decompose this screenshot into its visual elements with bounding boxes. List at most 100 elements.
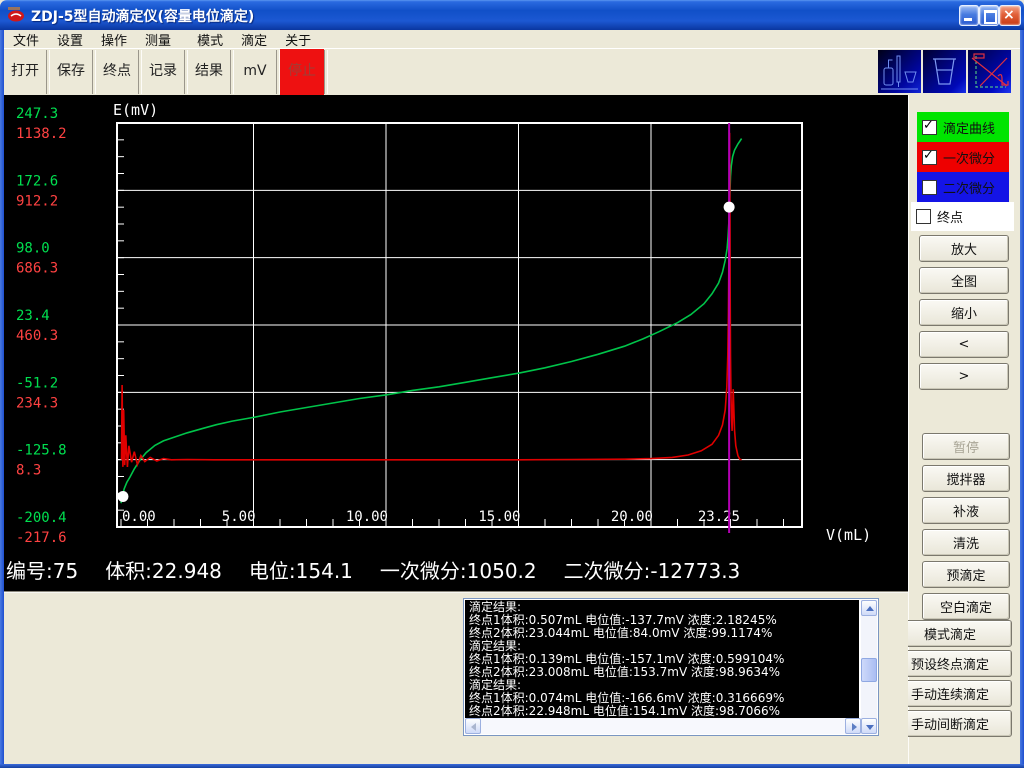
maximize-icon: [984, 10, 997, 24]
svg-text:912.2: 912.2: [16, 193, 58, 209]
status-field-1: 体积:22.948: [105, 559, 222, 583]
menu-bar: 文件设置操作测量模式滴定关于: [4, 30, 1020, 49]
svg-text:20.00: 20.00: [611, 509, 653, 525]
legend-row-1: 一次微分: [917, 142, 1009, 172]
view-button-1[interactable]: 全图: [919, 267, 1009, 294]
legend-label-1: 一次微分: [943, 148, 995, 167]
legend-checkbox-0[interactable]: [922, 120, 937, 135]
scroll-up-button[interactable]: [861, 600, 877, 616]
horizontal-scrollbar[interactable]: [465, 718, 861, 734]
legend-checkbox-2[interactable]: [922, 180, 937, 195]
view-button-4[interactable]: >: [919, 363, 1009, 390]
svg-text:10.00: 10.00: [346, 509, 388, 525]
svg-text:1138.2: 1138.2: [16, 126, 67, 142]
svg-text:460.3: 460.3: [16, 328, 58, 344]
close-icon: [1003, 7, 1015, 23]
status-bar: 编号:75 体积:22.948 电位:154.1 一次微分:1050.2 二次微分:-1…: [6, 555, 767, 584]
endpoint-marker-2: [724, 202, 735, 213]
results-line-2: 终点2体积:23.044mL 电位值:84.0mV 浓度:99.1174%: [469, 627, 859, 640]
toolbar-buttons: 打开保存终点记录结果mV停止: [4, 49, 328, 95]
action-buttons: 暂停搅拌器补液清洗预滴定空白滴定: [922, 433, 1010, 625]
svg-text:5.00: 5.00: [222, 509, 256, 525]
svg-text:234.3: 234.3: [16, 395, 58, 411]
arrow-left-icon: [471, 723, 476, 731]
app-logo-icon: [7, 7, 27, 23]
svg-text:8.3: 8.3: [16, 463, 41, 479]
svg-text:23.4: 23.4: [16, 308, 50, 324]
svg-text:-217.6: -217.6: [16, 530, 67, 546]
legend-label-3: 终点: [937, 207, 963, 226]
app-window: ZDJ-5型自动滴定仪(容量电位滴定) 文件设置操作测量模式滴定关于 打开保存终…: [0, 0, 1024, 768]
view-button-3[interactable]: <: [919, 331, 1009, 358]
status-field-3: 一次微分:1050.2: [380, 559, 537, 583]
action-button-2[interactable]: 补液: [922, 497, 1010, 524]
legend-row-0: 滴定曲线: [917, 112, 1009, 142]
scroll-right-button[interactable]: [845, 718, 861, 734]
control-panel: 滴定曲线一次微分二次微分终点 放大全图缩小 < > 暂停搅拌器补液清洗预滴定空白滴定…: [908, 95, 1021, 764]
svg-text:-51.2: -51.2: [16, 375, 58, 391]
toolbar-button-0[interactable]: 打开: [4, 49, 46, 95]
action-button-0: 暂停: [922, 433, 1010, 460]
svg-text:98.0: 98.0: [16, 241, 50, 257]
view-buttons: 放大全图缩小 < >: [919, 235, 1009, 395]
status-field-4: 二次微分:-12773.3: [564, 559, 741, 583]
status-field-0: 编号:75: [6, 559, 78, 583]
view-button-0[interactable]: 放大: [919, 235, 1009, 262]
scroll-down-button[interactable]: [861, 718, 877, 734]
action-button-3[interactable]: 清洗: [922, 529, 1010, 556]
results-line-5: 终点2体积:23.008mL 电位值:153.7mV 浓度:98.9634%: [469, 666, 859, 679]
legend-row-2: 二次微分: [917, 172, 1009, 202]
svg-text:247.3: 247.3: [16, 106, 58, 122]
beaker-icon: [923, 50, 966, 93]
svg-text:-200.4: -200.4: [16, 510, 67, 526]
svg-text:E(mV): E(mV): [113, 101, 158, 119]
titration-chart: 247.31138.2172.6912.298.0686.323.4460.3-…: [0, 95, 908, 592]
endpoint-marker-1: [117, 491, 128, 502]
minimize-icon: [964, 18, 972, 21]
legend-label-0: 滴定曲线: [943, 118, 995, 137]
svg-text:0.00: 0.00: [122, 509, 156, 525]
bottom-panel: 滴定结果:终点1体积:0.507mL 电位值:-137.7mV 浓度:2.182…: [0, 592, 908, 765]
legend-checkbox-3[interactable]: [916, 209, 931, 224]
results-line-8: 终点2体积:22.948mL 电位值:154.1mV 浓度:98.7066%: [469, 705, 859, 718]
svg-text:686.3: 686.3: [16, 261, 58, 277]
chart-panel: 247.31138.2172.6912.298.0686.323.4460.3-…: [0, 95, 908, 592]
legend-checkbox-1[interactable]: [922, 150, 937, 165]
svg-text:V(mL): V(mL): [826, 526, 871, 544]
svg-text:23.25: 23.25: [698, 509, 740, 525]
results-text: 滴定结果:终点1体积:0.507mL 电位值:-137.7mV 浓度:2.182…: [465, 600, 859, 718]
toolbar-button-4[interactable]: 结果: [188, 49, 230, 95]
toolbar: 打开保存终点记录结果mV停止: [4, 49, 1020, 95]
legend: 滴定曲线一次微分二次微分终点: [917, 112, 1013, 231]
close-button[interactable]: [999, 5, 1021, 26]
titration-stand-icon: [878, 50, 921, 93]
view-button-2[interactable]: 缩小: [919, 299, 1009, 326]
legend-label-2: 二次微分: [943, 178, 995, 197]
action-button-4[interactable]: 预滴定: [922, 561, 1010, 588]
toolbar-separator: [324, 50, 328, 94]
toolbar-button-1[interactable]: 保存: [50, 49, 92, 95]
action-button-1[interactable]: 搅拌器: [922, 465, 1010, 492]
arrow-right-icon: [852, 723, 857, 731]
toolbar-button-6[interactable]: 停止: [280, 49, 324, 95]
action-button-5[interactable]: 空白滴定: [922, 593, 1010, 620]
window-title: ZDJ-5型自动滴定仪(容量电位滴定): [31, 6, 254, 26]
svg-text:15.00: 15.00: [478, 509, 520, 525]
toolbar-button-5[interactable]: mV: [234, 49, 276, 95]
window-border-right: [1020, 30, 1024, 768]
status-field-2: 电位:154.1: [249, 559, 353, 583]
vertical-scrollbar[interactable]: [861, 600, 877, 734]
toolbar-button-2[interactable]: 终点: [96, 49, 138, 95]
title-bar[interactable]: ZDJ-5型自动滴定仪(容量电位滴定): [0, 0, 1024, 30]
arrow-down-icon: [866, 725, 874, 730]
series-titration-curve: [121, 139, 742, 504]
window-border-bottom: [0, 764, 1024, 768]
toolbar-button-3[interactable]: 记录: [142, 49, 184, 95]
scroll-left-button[interactable]: [465, 718, 481, 734]
minimize-button[interactable]: [959, 5, 979, 26]
maximize-button[interactable]: [979, 5, 999, 26]
series-first-derivative: [122, 133, 742, 467]
dosing-calibration-icon: [968, 50, 1011, 93]
arrow-up-icon: [866, 606, 874, 611]
vertical-scrollbar-thumb[interactable]: [861, 658, 877, 682]
